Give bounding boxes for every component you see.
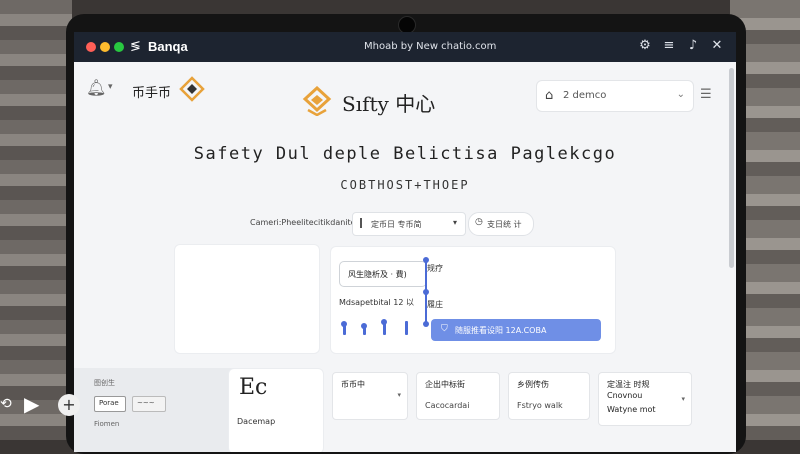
window-title: Mhoab by New chatio.com <box>364 41 497 52</box>
app-screen: ≶ Banqa Mhoab by New chatio.com ⚙ ≡ ♪ ✕ … <box>74 32 736 452</box>
shield-icon: ⛉ <box>441 324 448 334</box>
card-title: 企出中标街 <box>425 380 465 389</box>
strip-button[interactable]: Porae <box>94 396 126 412</box>
strip-button-label: Porae <box>99 399 119 407</box>
play-icon[interactable]: ▶ <box>24 392 39 416</box>
card-subtitle: Dacemap <box>237 417 276 426</box>
card-line: Cnovnou <box>607 391 643 400</box>
app-logo-icon: ≶ <box>130 39 141 54</box>
bell-icon[interactable]: ♪ <box>684 38 702 53</box>
primary-action-label: 随服推看设阳 12A.COBA <box>455 326 547 335</box>
title-bar: ≶ Banqa Mhoab by New chatio.com ⚙ ≡ ♪ ✕ <box>74 32 736 62</box>
risk-field-value: 风生隐析及 · 費) <box>348 270 407 279</box>
workspace-selector[interactable]: ⌂ 2 demco ⌄ <box>536 80 694 112</box>
loop-icon[interactable]: ⟲ <box>0 396 12 412</box>
category-select-value: 定币日 专币简 <box>371 220 422 229</box>
clock-icon: ◷ <box>475 217 483 227</box>
category-label: Cameri:Pheelitecitikdanitey <box>250 218 361 227</box>
card-logo: Ec <box>239 375 268 400</box>
chevron-down-icon: ▾ <box>452 218 457 227</box>
card-subtitle: Cacocardai <box>425 401 470 410</box>
primary-action-button[interactable]: ⛉ 随服推看设阳 12A.COBA <box>431 319 601 341</box>
summary-card[interactable]: Ec Dacemap <box>228 368 324 452</box>
maximize-window-button[interactable] <box>114 42 124 52</box>
brand-text: 币手币 <box>132 86 172 101</box>
scrollbar[interactable] <box>729 68 734 268</box>
bell-icon[interactable]: 🔔︎ <box>86 78 106 97</box>
strip-label: 图创生 <box>94 379 115 387</box>
handle-dot[interactable] <box>423 321 429 327</box>
chevron-down-icon: ▾ <box>397 391 401 399</box>
option-label[interactable]: 履庄 <box>427 299 443 310</box>
stat-card[interactable]: 定温注 时规 Cnovnou Watyne mot ▾ <box>598 372 692 426</box>
close-window-button[interactable] <box>86 42 96 52</box>
chevron-down-icon: ▾ <box>681 395 685 403</box>
preview-panel <box>174 244 320 354</box>
slider-knob[interactable] <box>361 323 367 329</box>
bottom-row: 图创生 Porae ~~~ Fiomen Ec Dacemap 币币中 ▾ 企出… <box>74 368 736 452</box>
card-line: Watyne mot <box>607 405 656 414</box>
filter-icon[interactable]: ☰ <box>700 87 712 102</box>
threshold-field[interactable]: Mdsapetbital 12 以 <box>339 297 414 308</box>
stat-card[interactable]: 乡例传伤 Fstryo walk <box>508 372 590 420</box>
handle-dot[interactable] <box>423 289 429 295</box>
minimize-window-button[interactable] <box>100 42 110 52</box>
app-name: Banqa <box>148 39 188 54</box>
video-controls: ⟲ ▶ + <box>0 388 90 428</box>
option-label[interactable]: 规疗 <box>427 263 453 281</box>
close-icon[interactable]: ✕ <box>708 38 726 53</box>
time-range-label: 支日统 计 <box>487 220 522 229</box>
page-title: Sıfty 中心 <box>342 92 436 116</box>
stat-card[interactable]: 币币中 ▾ <box>332 372 408 420</box>
add-icon[interactable]: + <box>58 394 80 416</box>
card-subtitle: Fstryo walk <box>517 401 563 410</box>
home-icon: ⌂ <box>545 88 554 103</box>
menu-icon[interactable]: ≡ <box>660 38 678 53</box>
strip-caption: Fiomen <box>94 420 120 428</box>
section-subheading: COBTHOST+THOEP <box>340 178 470 192</box>
time-range-button[interactable]: ◷ 支日统 计 <box>468 212 534 236</box>
slider-knob[interactable] <box>341 321 347 327</box>
card-title: 定温注 时规 <box>607 380 650 389</box>
slider-track[interactable] <box>405 321 408 335</box>
gear-icon[interactable]: ⚙ <box>636 38 654 53</box>
stat-card[interactable]: 企出中标街 Cacocardai <box>416 372 500 420</box>
bar-icon <box>360 218 362 228</box>
background-left <box>0 0 72 440</box>
risk-field[interactable]: 风生隐析及 · 費) <box>339 261 427 287</box>
section-heading: Safety Dul deple Belictisa Paglekcgo <box>193 144 617 164</box>
settings-panel: 风生隐析及 · 費) Mdsapetbital 12 以 规疗 履庄 ⛉ 随服推… <box>330 246 616 354</box>
card-title: 币币中 <box>341 380 365 389</box>
strip-wave-button[interactable]: ~~~ <box>132 396 166 412</box>
strip-button-label: ~~~ <box>137 399 155 407</box>
logo-diamond-icon <box>179 76 205 102</box>
slider-knob[interactable] <box>381 319 387 325</box>
selector-label: 2 demco <box>563 90 607 101</box>
safety-logo-icon <box>302 86 332 116</box>
category-select[interactable]: 定币日 专币简 ▾ <box>352 212 466 236</box>
card-title: 乡例传伤 <box>517 380 549 389</box>
chevron-down-icon[interactable]: ▾ <box>108 82 113 92</box>
chevron-down-icon: ⌄ <box>676 89 685 100</box>
